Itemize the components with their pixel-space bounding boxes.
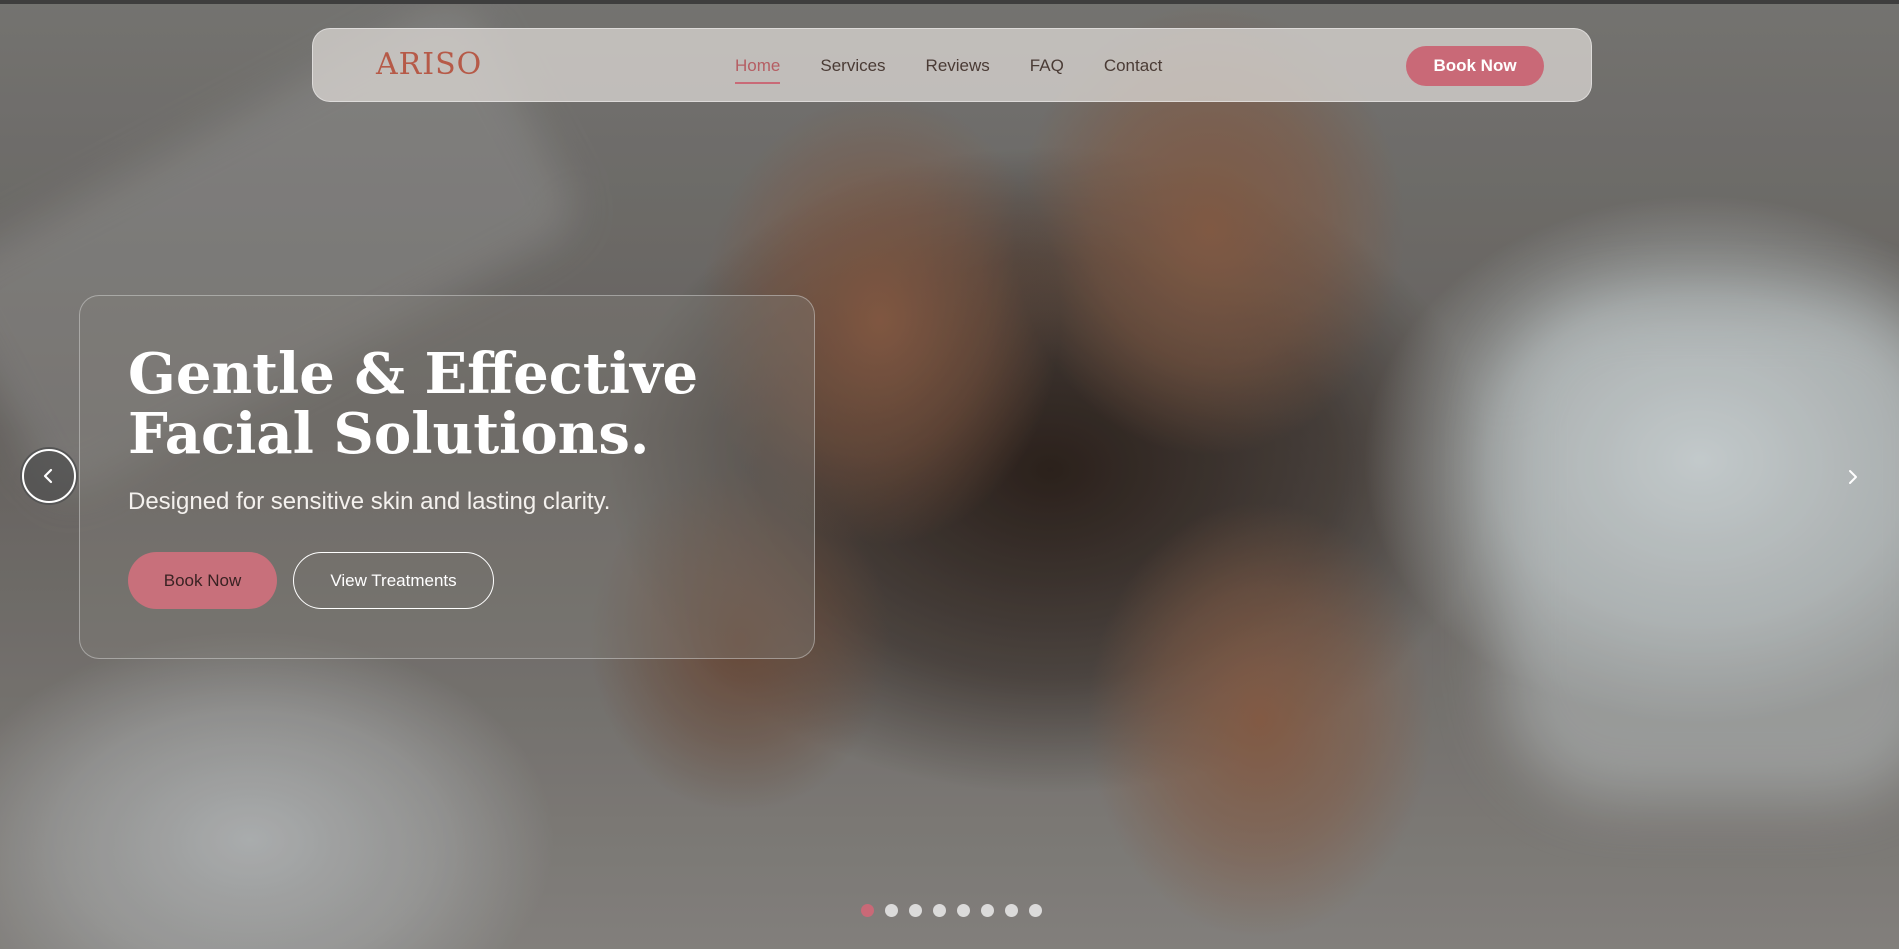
nav-link-faq[interactable]: FAQ: [1030, 56, 1064, 76]
carousel-dot-3[interactable]: [909, 904, 922, 917]
hero-title: Gentle & Effective Facial Solutions.: [128, 344, 748, 464]
hero-title-line-2: Facial Solutions.: [128, 401, 650, 467]
hero-title-line-1: Gentle & Effective: [128, 341, 699, 407]
carousel-dot-5[interactable]: [957, 904, 970, 917]
nav-link-reviews[interactable]: Reviews: [926, 56, 990, 76]
carousel-next-button[interactable]: [1838, 462, 1868, 492]
carousel-dot-8[interactable]: [1029, 904, 1042, 917]
top-border: [0, 0, 1899, 4]
nav-link-services[interactable]: Services: [820, 56, 885, 76]
nav-book-now-button[interactable]: Book Now: [1406, 46, 1544, 86]
chevron-left-icon: [43, 468, 53, 484]
carousel-dot-4[interactable]: [933, 904, 946, 917]
carousel-dot-2[interactable]: [885, 904, 898, 917]
view-treatments-button[interactable]: View Treatments: [293, 552, 494, 609]
navbar: ARISO Home Services Reviews FAQ Contact …: [312, 28, 1592, 102]
chevron-right-icon: [1849, 470, 1857, 484]
carousel-dots: [861, 904, 1053, 917]
hero-book-now-button[interactable]: Book Now: [128, 552, 277, 609]
brand-logo[interactable]: ARISO: [376, 47, 482, 82]
carousel-dot-6[interactable]: [981, 904, 994, 917]
carousel-dot-7[interactable]: [1005, 904, 1018, 917]
nav-links: Home Services Reviews FAQ Contact: [735, 29, 1202, 103]
carousel-prev-button[interactable]: [22, 449, 76, 503]
hero-subtitle: Designed for sensitive skin and lasting …: [128, 488, 611, 515]
hero-card: Gentle & Effective Facial Solutions. Des…: [79, 295, 815, 659]
carousel-dot-1[interactable]: [861, 904, 874, 917]
nav-link-home[interactable]: Home: [735, 56, 781, 84]
nav-link-contact[interactable]: Contact: [1104, 56, 1163, 76]
